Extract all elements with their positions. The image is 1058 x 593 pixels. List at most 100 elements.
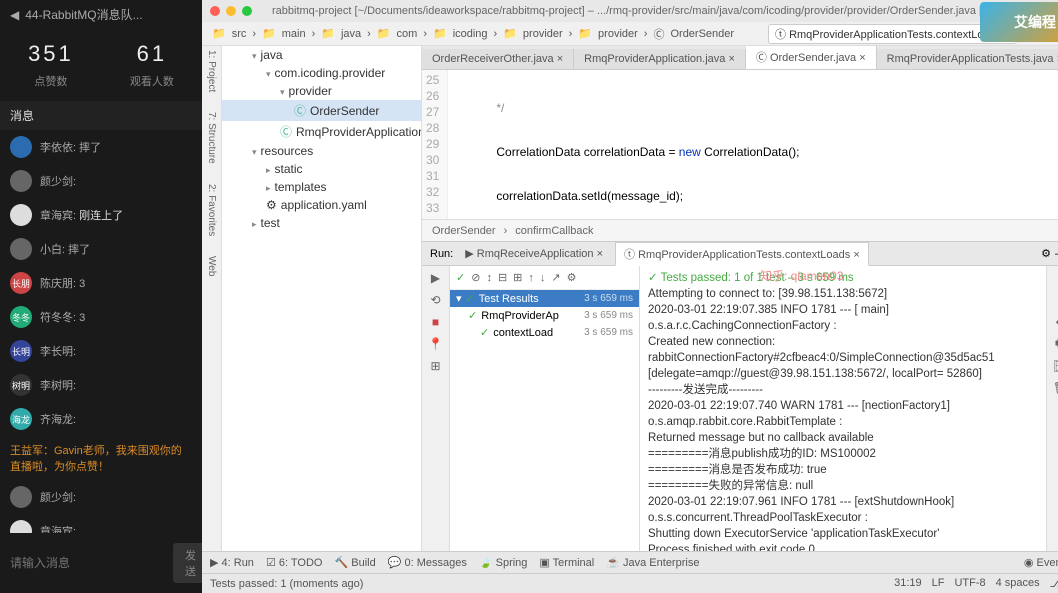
- avatar: [10, 520, 32, 533]
- run-panel: Run: ▶ RmqReceiveApplication × ⓣ RmqProv…: [422, 241, 1058, 551]
- tab-rmqapp[interactable]: RmqProviderApplication.java ×: [574, 49, 746, 69]
- run-tool-button[interactable]: ▶ 4: Run: [210, 556, 254, 569]
- cursor-position[interactable]: 31:19: [894, 577, 922, 590]
- trash-icon[interactable]: 🗑: [1053, 380, 1058, 396]
- passed-filter-icon[interactable]: ✓: [456, 271, 465, 284]
- line-ending[interactable]: LF: [932, 577, 945, 590]
- ide-window: rabbitmq-project [~/Documents/ideaworksp…: [202, 0, 1058, 593]
- chat-item: 长明李长明:: [0, 334, 202, 368]
- test-tree[interactable]: ✓ ⊘ ↕ ⊟ ⊞ ↑ ↓ ↗ ⚙ ▾✓Test Results3 s 659 …: [450, 266, 640, 551]
- tab-ordersender[interactable]: Ⓒ OrderSender.java ×: [746, 46, 877, 70]
- editor-tabs: OrderReceiverOther.java × RmqProviderApp…: [422, 46, 1058, 70]
- maximize-icon[interactable]: [242, 6, 252, 16]
- tree-ordersender[interactable]: Ⓒ OrderSender: [222, 100, 421, 121]
- git-icon[interactable]: ⎇: [1050, 577, 1058, 590]
- chat-item: 海龙齐海龙:: [0, 402, 202, 436]
- chat-input[interactable]: [10, 556, 165, 570]
- event-log-button[interactable]: ◉ Event Log: [1024, 556, 1058, 569]
- avatar: [10, 486, 32, 508]
- avatar: 长朋: [10, 272, 32, 294]
- export-icon[interactable]: ↗: [551, 271, 560, 284]
- wrap-icon[interactable]: ↩: [1053, 314, 1058, 330]
- console-output[interactable]: 知乎: qiamen03 ✓ Tests passed: 1 of 1 test…: [640, 266, 1046, 551]
- scroll-down-icon[interactable]: ↓: [1053, 292, 1058, 308]
- chat-title: ◀44-RabbitMQ消息队...: [0, 0, 202, 29]
- viewers-count: 61: [130, 41, 174, 67]
- chat-item: 树明李树明:: [0, 368, 202, 402]
- watermark: 知乎: qiamen03: [760, 268, 843, 284]
- web-tool[interactable]: Web: [206, 256, 217, 276]
- test-method-row[interactable]: ✓contextLoad3 s 659 ms: [450, 324, 639, 341]
- test-toolbar: ✓ ⊘ ↕ ⊟ ⊞ ↑ ↓ ↗ ⚙: [450, 266, 639, 290]
- minimize-icon[interactable]: [226, 6, 236, 16]
- project-tree[interactable]: java com.icoding.provider provider Ⓒ Ord…: [222, 46, 422, 551]
- spring-tool-button[interactable]: 🍃 Spring: [479, 556, 528, 569]
- scroll-up-icon[interactable]: ↑: [1053, 270, 1058, 286]
- run-tab-receive[interactable]: ▶ RmqReceiveApplication ×: [457, 244, 611, 263]
- project-tool[interactable]: 1: Project: [206, 50, 217, 92]
- expand-all-icon[interactable]: ⊟: [498, 271, 507, 284]
- chat-item: 颜少剑:: [0, 480, 202, 514]
- tab-tests[interactable]: RmqProviderApplicationTests.java ×: [877, 49, 1058, 69]
- avatar: [10, 170, 32, 192]
- messages-tool-button[interactable]: 💬 0: Messages: [388, 556, 467, 569]
- chat-input-area: 发送: [0, 533, 202, 593]
- sort-icon[interactable]: ↕: [486, 272, 492, 284]
- test-results-header[interactable]: ▾✓Test Results3 s 659 ms: [450, 290, 639, 307]
- chat-item: 颜少剑:: [0, 164, 202, 198]
- rerun-icon[interactable]: ▶: [428, 270, 444, 286]
- build-tool-button[interactable]: 🔨 Build: [334, 556, 375, 569]
- nav-up-icon[interactable]: ↑: [528, 272, 534, 284]
- chat-item: 冬冬符冬冬: 3: [0, 300, 202, 334]
- print-icon[interactable]: 🖶: [1053, 336, 1058, 352]
- chat-stats: 351点赞数 61观看人数: [0, 29, 202, 101]
- nav-down-icon[interactable]: ↓: [540, 272, 546, 284]
- avatar: [10, 238, 32, 260]
- encoding[interactable]: UTF-8: [954, 577, 985, 590]
- run-controls: ▶ ⟲ ■ 📍 ⊞: [422, 266, 450, 551]
- todo-tool-button[interactable]: ☑ 6: TODO: [266, 556, 323, 569]
- clear-icon[interactable]: 🗄: [1053, 358, 1058, 374]
- avatar: [10, 136, 32, 158]
- code-editor[interactable]: 25262728293031323334 */ CorrelationData …: [422, 70, 1058, 219]
- chat-panel: ◀44-RabbitMQ消息队... 351点赞数 61观看人数 消息 李依依:…: [0, 0, 202, 593]
- stop-icon[interactable]: ■: [428, 314, 444, 330]
- collapse-all-icon[interactable]: ⊞: [513, 271, 522, 284]
- javaee-tool-button[interactable]: ☕ Java Enterprise: [606, 556, 699, 569]
- test-app-row[interactable]: ✓RmqProviderAp3 s 659 ms: [450, 307, 639, 324]
- avatar: 冬冬: [10, 306, 32, 328]
- avatar: 树明: [10, 374, 32, 396]
- run-tab-tests[interactable]: ⓣ RmqProviderApplicationTests.contextLoa…: [615, 242, 869, 266]
- likes-count: 351: [28, 41, 74, 67]
- pin-icon[interactable]: 📍: [428, 336, 444, 352]
- chat-item: 小白: 摔了: [0, 232, 202, 266]
- indent[interactable]: 4 spaces: [996, 577, 1040, 590]
- window-controls[interactable]: [210, 6, 252, 16]
- status-text: Tests passed: 1 (moments ago): [210, 578, 363, 590]
- expand-icon[interactable]: ⊞: [428, 358, 444, 374]
- bottom-tool-bar: ▶ 4: Run ☑ 6: TODO 🔨 Build 💬 0: Messages…: [202, 551, 1058, 573]
- breadcrumb[interactable]: 📁src› 📁main› 📁java› 📁com› 📁icoding› 📁pro…: [210, 26, 736, 42]
- favorites-tool[interactable]: 2: Favorites: [206, 184, 217, 236]
- chat-item: 章海宾:: [0, 514, 202, 533]
- editor-area: OrderReceiverOther.java × RmqProviderApp…: [422, 46, 1058, 551]
- gear-icon[interactable]: ⚙: [1041, 247, 1051, 260]
- status-bar: Tests passed: 1 (moments ago) 31:19 LF U…: [202, 573, 1058, 593]
- structure-tool[interactable]: 7: Structure: [206, 112, 217, 164]
- toggle-icon[interactable]: ⟲: [428, 292, 444, 308]
- logo: 艾编程: [980, 2, 1058, 42]
- settings-icon[interactable]: ⚙: [567, 271, 577, 284]
- close-icon[interactable]: [210, 6, 220, 16]
- tab-orderreceiver[interactable]: OrderReceiverOther.java ×: [422, 49, 574, 69]
- chat-item: 长朋陈庆朋: 3: [0, 266, 202, 300]
- terminal-tool-button[interactable]: ▣ Terminal: [539, 556, 594, 569]
- avatar: 长明: [10, 340, 32, 362]
- editor-breadcrumb[interactable]: OrderSender›confirmCallback: [422, 219, 1058, 241]
- window-title: rabbitmq-project [~/Documents/ideaworksp…: [202, 0, 1058, 22]
- run-tabs: Run: ▶ RmqReceiveApplication × ⓣ RmqProv…: [422, 242, 1058, 266]
- failed-filter-icon[interactable]: ⊘: [471, 271, 480, 284]
- chat-section-header: 消息: [0, 101, 202, 130]
- left-tool-strip: 1: Project 7: Structure 2: Favorites Web: [202, 46, 222, 551]
- avatar: [10, 204, 32, 226]
- chat-list[interactable]: 李依依: 摔了 颜少剑: 章海宾: 刚连上了 小白: 摔了 长朋陈庆朋: 3 冬…: [0, 130, 202, 533]
